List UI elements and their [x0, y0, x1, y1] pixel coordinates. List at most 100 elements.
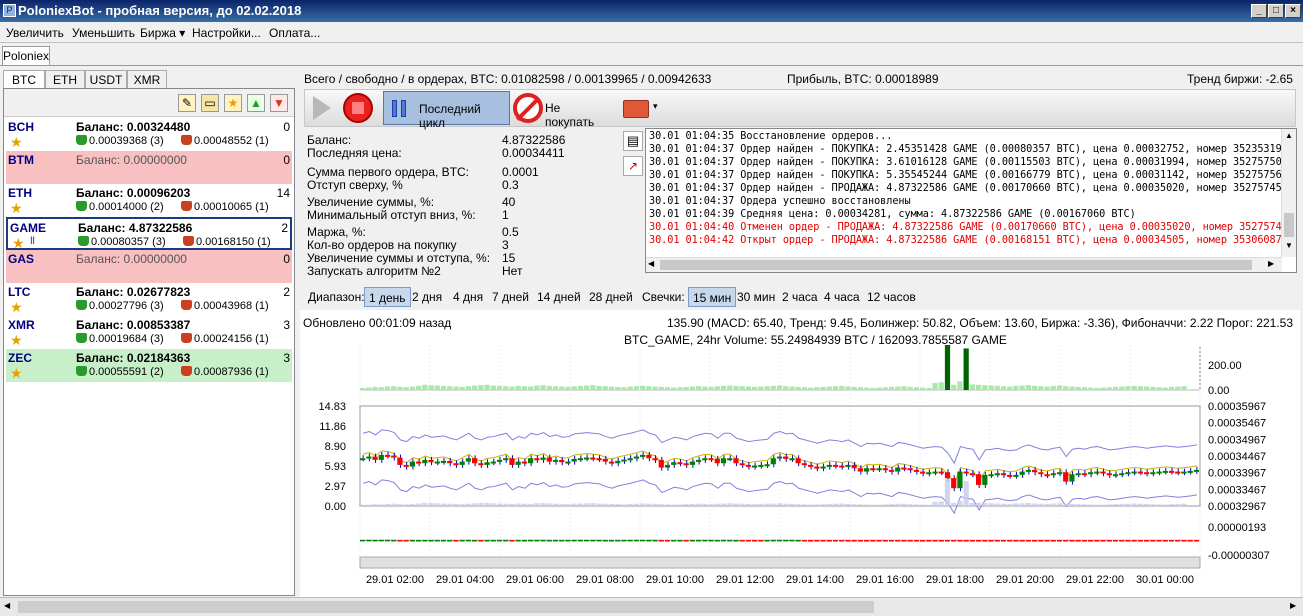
candle — [540, 457, 546, 460]
menu-payment[interactable]: Оплата... — [269, 26, 320, 40]
price-chart[interactable]: 14.83 11.86 8.90 5.93 2.97 0.00 0.00035967 0.00… — [300, 310, 1300, 597]
volume-bar — [1144, 386, 1150, 390]
edit-icon[interactable]: ✎ — [178, 94, 196, 112]
range-option[interactable]: 4 дня — [449, 287, 487, 307]
left-axis-label: 2.97 — [325, 481, 346, 493]
window-hscroll-thumb[interactable] — [18, 601, 874, 613]
coin-symbol: GAS — [8, 252, 35, 266]
candle — [913, 469, 919, 472]
volume-bar — [472, 385, 478, 390]
coin-order-count: 3 — [283, 351, 290, 365]
star-icon[interactable]: ★ — [224, 94, 242, 112]
scroll-left-icon[interactable]: ◀ — [4, 601, 10, 610]
star-icon[interactable]: ★ — [10, 365, 23, 382]
maximize-icon[interactable]: □ — [1268, 4, 1284, 18]
range-option[interactable]: 2 дня — [408, 287, 446, 307]
window-hscrollbar[interactable]: ◀ ▶ — [0, 597, 1303, 616]
x-axis-label: 29.01 16:00 — [856, 574, 914, 586]
macd-bar — [552, 539, 559, 542]
candle-option[interactable]: 15 мин — [688, 287, 737, 307]
coin-list-panel: ✎ ▭ ★ ▲ ▼ BCH Баланс: 0.00324480 0 ★ 0.00039… — [3, 88, 295, 596]
tab-usdt[interactable]: USDT — [85, 70, 127, 89]
log-vscrollbar[interactable]: ▲ ▼ — [1281, 129, 1296, 257]
macd-bar — [1193, 540, 1199, 542]
star-icon[interactable]: ★ — [10, 332, 23, 349]
star-icon[interactable]: ★ — [10, 200, 23, 217]
chart-icon[interactable]: ↗ — [623, 156, 643, 176]
star-icon[interactable]: ★ — [10, 299, 23, 316]
candle-option[interactable]: 30 мин — [733, 287, 779, 307]
candle — [1150, 472, 1156, 475]
coin-row-btm[interactable]: BTM Баланс: 0.00000000 0 — [6, 151, 292, 184]
left-axis-label: 11.86 — [319, 421, 346, 433]
volume-bar — [789, 386, 795, 390]
log-vscroll-thumb[interactable] — [1284, 213, 1294, 237]
candle — [795, 458, 801, 464]
macd-bar — [708, 539, 714, 542]
document-icon[interactable]: ▤ — [623, 131, 643, 151]
close-icon[interactable]: × — [1285, 4, 1301, 18]
volume-overlay — [615, 504, 621, 506]
volume-overlay — [696, 503, 702, 506]
param-key: Отступ сверху, % — [307, 178, 403, 192]
macd-bar — [994, 540, 1000, 542]
coin-order-count: 0 — [283, 120, 290, 134]
log-hscrollbar[interactable]: ◀ ▶ — [646, 257, 1282, 272]
log-hscroll-thumb[interactable] — [660, 260, 1252, 270]
param-row: Маржа, %: 0.5 — [304, 225, 614, 239]
tab-poloniex[interactable]: Poloniex — [2, 46, 50, 66]
briefcase-icon[interactable]: ▭ — [201, 94, 219, 112]
volume-overlay — [397, 504, 403, 506]
candle-option[interactable]: 2 часа — [778, 287, 822, 307]
macd-bar — [397, 540, 403, 542]
coin-row-zec[interactable]: ZEC Баланс: 0.02184363 3 ★ 0.00055591 (2) 0.0… — [6, 349, 292, 382]
candle-option[interactable]: 12 часов — [863, 287, 920, 307]
star-icon[interactable]: ★ — [10, 134, 23, 151]
menu-exchange[interactable]: Биржа ▾ — [140, 26, 185, 40]
arrow-up-icon[interactable]: ▲ — [247, 94, 265, 112]
volume-overlay — [384, 503, 391, 506]
range-option[interactable]: 1 день — [364, 287, 411, 307]
tab-btc[interactable]: BTC — [3, 70, 45, 90]
coin-row-xmr[interactable]: XMR Баланс: 0.00853387 3 ★ 0.00019684 (3) 0.0… — [6, 316, 292, 349]
last-cycle-button[interactable]: Последний цикл — [383, 91, 510, 130]
no-buy-button[interactable]: Не покупать — [511, 91, 611, 129]
range-option[interactable]: 28 дней — [585, 287, 637, 307]
candle — [372, 456, 378, 460]
sell-orders: 0.00043968 (1) — [181, 300, 269, 312]
arrow-down-icon[interactable]: ▼ — [270, 94, 288, 112]
menu-zoom-in[interactable]: Увеличить — [6, 26, 64, 40]
coin-row-eth[interactable]: ETH Баланс: 0.00096203 14 ★ 0.00014000 (2) 0.… — [6, 184, 292, 217]
param-value: 40 — [502, 195, 516, 209]
coin-row-gas[interactable]: GAS Баланс: 0.00000000 0 — [6, 250, 292, 283]
macd-bar — [820, 540, 826, 542]
range-option[interactable]: 7 дней — [488, 287, 533, 307]
buy-basket-icon — [76, 300, 87, 310]
volume-overlay — [795, 504, 801, 506]
scroll-right-icon[interactable]: ▶ — [1290, 601, 1296, 610]
menu-settings[interactable]: Настройки... — [192, 26, 261, 40]
macd-bar — [447, 539, 453, 542]
menu-zoom-out[interactable]: Уменьшить — [72, 26, 135, 40]
macd-bar — [814, 540, 820, 542]
volume-bar — [832, 386, 839, 390]
candle-option[interactable]: 4 часа — [820, 287, 864, 307]
volume-overlay — [1137, 503, 1143, 506]
range-option[interactable]: 14 дней — [533, 287, 585, 307]
sell-basket-icon — [181, 333, 192, 343]
coin-row-game[interactable]: GAME Баланс: 4.87322586 2 ★ ‖ 0.00080357 (3) 0… — [6, 217, 292, 251]
macd-bar — [534, 539, 540, 542]
volume-overlay — [988, 503, 994, 506]
tab-eth[interactable]: ETH — [45, 70, 85, 89]
coin-row-ltc[interactable]: LTC Баланс: 0.02677823 2 ★ 0.00027796 (3) 0.0… — [6, 283, 292, 316]
play-icon[interactable] — [313, 96, 331, 120]
minimize-icon[interactable]: _ — [1251, 4, 1267, 18]
macd-bar — [1131, 540, 1137, 542]
tab-xmr[interactable]: XMR — [127, 70, 167, 89]
toolbox-button[interactable]: ▾ — [623, 96, 658, 120]
coin-row-bch[interactable]: BCH Баланс: 0.00324480 0 ★ 0.00039368 (3) 0.0… — [6, 118, 292, 151]
candle — [1187, 470, 1193, 473]
macd-bar — [913, 540, 919, 542]
stop-icon[interactable] — [343, 93, 373, 123]
volume-overlay — [378, 504, 384, 506]
